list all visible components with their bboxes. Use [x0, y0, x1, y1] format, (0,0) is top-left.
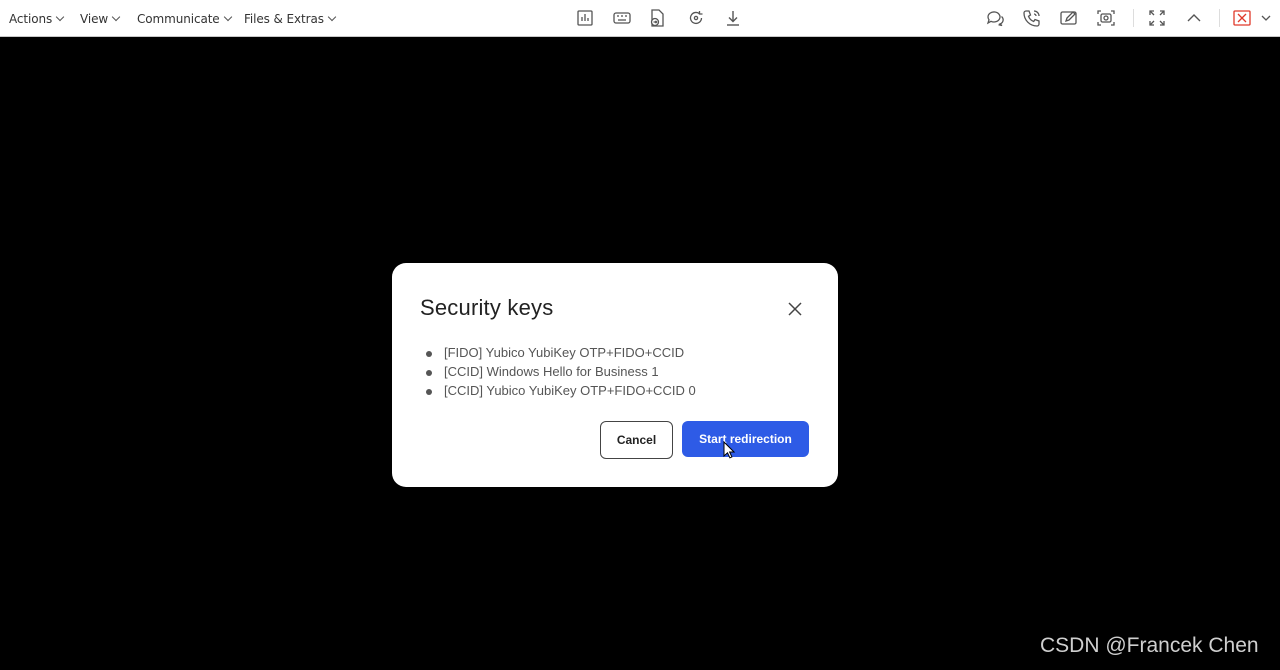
cancel-button[interactable]: Cancel [600, 421, 673, 459]
mouse-cursor-icon [723, 440, 736, 459]
menu-files-extras[interactable]: Files & Extras [244, 0, 337, 37]
start-redirection-button[interactable]: Start redirection [682, 421, 809, 457]
chat-icon[interactable] [985, 8, 1005, 28]
menu-view[interactable]: View [80, 0, 121, 37]
bullet-icon [426, 388, 432, 395]
watermark: CSDN @Francek Chen [1040, 634, 1259, 657]
download-icon[interactable] [723, 8, 743, 28]
menu-view-label: View [80, 11, 109, 26]
menu-actions-label: Actions [9, 11, 53, 26]
list-item: [CCID] Yubico YubiKey OTP+FIDO+CCID 0 [426, 381, 696, 400]
chevron-down-icon [111, 12, 121, 21]
list-item: [FIDO] Yubico YubiKey OTP+FIDO+CCID [426, 343, 696, 362]
bullet-icon [426, 350, 432, 357]
toolbar-divider [1133, 9, 1134, 27]
disconnect-icon[interactable] [1232, 8, 1252, 28]
fullscreen-icon[interactable] [1147, 8, 1167, 28]
security-key-label: [CCID] Windows Hello for Business 1 [444, 364, 659, 379]
collapse-icon[interactable] [1184, 8, 1204, 28]
more-dropdown-icon[interactable] [1259, 8, 1273, 28]
file-transfer-icon[interactable] [647, 8, 667, 28]
menu-actions[interactable]: Actions [9, 0, 65, 37]
security-key-label: [CCID] Yubico YubiKey OTP+FIDO+CCID 0 [444, 383, 696, 398]
security-key-label: [FIDO] Yubico YubiKey OTP+FIDO+CCID [444, 345, 685, 360]
chevron-down-icon [223, 12, 232, 21]
chevron-down-icon [55, 12, 65, 21]
security-key-list: [FIDO] Yubico YubiKey OTP+FIDO+CCID [CCI… [426, 343, 696, 400]
security-keys-dialog: Security keys [FIDO] Yubico YubiKey OTP+… [392, 263, 838, 487]
chevron-down-icon [327, 12, 337, 21]
screenshot-icon[interactable] [1096, 8, 1116, 28]
menu-communicate[interactable]: Communicate [137, 0, 232, 37]
session-toolbar: Actions View Communicate Files & Extras [0, 0, 1280, 37]
bullet-icon [426, 369, 432, 376]
chart-icon[interactable] [575, 8, 595, 28]
list-item: [CCID] Windows Hello for Business 1 [426, 362, 696, 381]
keyboard-icon[interactable] [612, 8, 632, 28]
whiteboard-icon[interactable] [1059, 8, 1079, 28]
dialog-title: Security keys [420, 295, 554, 320]
toolbar-divider [1219, 9, 1220, 27]
refresh-icon[interactable] [686, 8, 706, 28]
menu-communicate-label: Communicate [137, 11, 220, 26]
close-icon[interactable] [786, 300, 804, 318]
menu-files-extras-label: Files & Extras [244, 11, 324, 26]
phone-icon[interactable] [1022, 8, 1042, 28]
